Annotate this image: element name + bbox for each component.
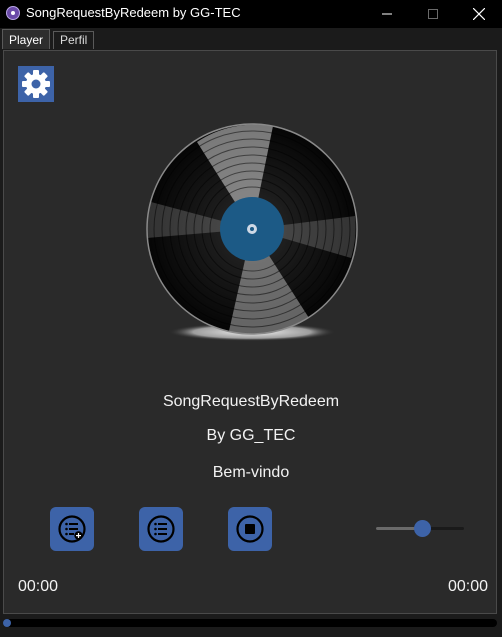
window-title: SongRequestByRedeem by GG-TEC <box>26 5 241 20</box>
gear-icon <box>22 70 50 98</box>
progress-thumb[interactable] <box>3 619 11 627</box>
maximize-button[interactable] <box>410 0 456 28</box>
stop-icon <box>236 515 264 543</box>
title-bar: SongRequestByRedeem by GG-TEC <box>0 0 502 28</box>
time-total: 00:00 <box>447 578 488 595</box>
playlist-add-icon <box>58 515 86 543</box>
playlist-icon <box>147 515 175 543</box>
add-to-playlist-button[interactable] <box>50 507 94 551</box>
author-label: By GG_TEC <box>206 427 296 444</box>
minimize-button[interactable] <box>364 0 410 28</box>
app-name-label: SongRequestByRedeem <box>162 393 340 410</box>
tab-perfil[interactable]: Perfil <box>53 31 95 49</box>
stop-button[interactable] <box>228 507 272 551</box>
status-label: Bem-vindo <box>212 464 290 481</box>
tab-player[interactable]: Player <box>2 29 51 49</box>
settings-button[interactable] <box>18 66 54 102</box>
vinyl-record-icon <box>146 123 358 341</box>
playlist-button[interactable] <box>139 507 183 551</box>
maximize-icon <box>428 9 438 19</box>
close-icon <box>473 8 485 20</box>
close-button[interactable] <box>456 0 502 28</box>
app-icon <box>6 6 20 20</box>
time-elapsed: 00:00 <box>18 578 59 595</box>
progress-bar[interactable] <box>3 619 497 627</box>
minimize-icon <box>382 13 392 15</box>
volume-slider[interactable] <box>376 518 466 538</box>
tab-bar: Player Perfil <box>0 28 502 50</box>
volume-thumb[interactable] <box>413 520 431 537</box>
